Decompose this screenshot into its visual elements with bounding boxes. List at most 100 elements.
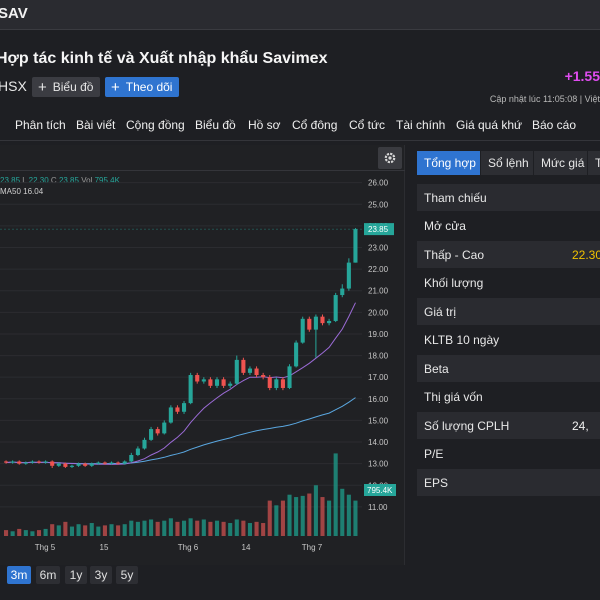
candle-body (116, 462, 121, 464)
updated-time: Cập nhật lúc 11:05:08 | Việt (489, 94, 600, 104)
candle-body (294, 342, 299, 367)
volume-bar (340, 488, 345, 536)
row-open: Mở cửa (417, 212, 600, 239)
candle-body (280, 379, 285, 388)
volume-bar (116, 525, 121, 536)
add-chart-button[interactable]: + Biểu đồ (32, 77, 101, 97)
y-tick-label: 18.00 (368, 352, 389, 361)
nav-analysis[interactable]: Phân tích (15, 118, 66, 132)
nav-articles[interactable]: Bài viết (76, 118, 115, 132)
volume-bar (313, 485, 318, 536)
nav-profile[interactable]: Hồ sơ (248, 118, 281, 132)
tab-more[interactable]: T (588, 151, 600, 175)
x-tick-label: Thg 7 (302, 543, 323, 552)
volume-bar (346, 494, 351, 536)
y-tick-label: 26.00 (368, 179, 389, 188)
range-6m-button[interactable]: 6m (36, 566, 60, 584)
candle-body (102, 462, 107, 464)
volume-bar (182, 520, 187, 536)
volume-bar (307, 493, 312, 536)
volume-bar (30, 531, 35, 536)
range-3y-button[interactable]: 3y (90, 566, 112, 584)
volume-bar (76, 524, 81, 536)
row-low-high: Thấp - Cao 22.30 (417, 241, 600, 268)
volume-bar (320, 497, 325, 536)
gear-icon (384, 152, 396, 164)
tab-overview[interactable]: Tổng hợp (417, 151, 480, 175)
nav-shareholders[interactable]: Cổ đông (292, 118, 337, 132)
nav-dividends[interactable]: Cổ tức (349, 118, 385, 132)
candle-body (340, 288, 345, 296)
volume-bar (69, 526, 75, 536)
candle-body (76, 463, 81, 466)
ma50-line (5, 397, 356, 465)
candle-body (23, 462, 28, 464)
volume-bar (122, 524, 127, 536)
nav-reports[interactable]: Báo cáo (532, 118, 576, 132)
tab-order-book[interactable]: Sổ lệnh (481, 151, 533, 175)
x-tick-label: 14 (242, 543, 251, 552)
candle-body (261, 375, 266, 378)
candle-body (254, 368, 259, 376)
candle-body (142, 439, 147, 449)
row-label: Thấp - Cao (424, 247, 485, 262)
price-chart[interactable]: 26.0025.0024.0023.0022.0021.0020.0019.00… (0, 170, 405, 560)
y-tick-label: 15.00 (368, 416, 389, 425)
y-tick-label: 25.00 (368, 200, 389, 209)
row-label: P/E (424, 446, 444, 461)
y-tick-label: 13.00 (368, 460, 389, 469)
volume-bar (254, 521, 259, 536)
candle-body (43, 461, 48, 463)
candle-body (135, 448, 140, 455)
candle-body (320, 316, 325, 324)
candle-body (228, 383, 233, 386)
volume-bar (294, 497, 299, 536)
nav-chart[interactable]: Biểu đồ (195, 118, 236, 132)
company-name: Hợp tác kinh tế và Xuất nhập khẩu Savime… (0, 50, 328, 67)
row-reference: Tham chiếu (417, 184, 600, 211)
volume-bar (280, 500, 285, 536)
volume-bar (142, 520, 147, 536)
candle-body (56, 463, 61, 466)
candle-body (175, 407, 180, 412)
candle-body (247, 368, 253, 373)
y-tick-label: 17.00 (368, 373, 389, 382)
candle-body (69, 465, 75, 467)
y-tick-label: 21.00 (368, 287, 389, 296)
candle-body (195, 375, 200, 382)
row-label: Giá trị (424, 304, 457, 319)
nav-finance[interactable]: Tài chính (396, 118, 445, 132)
volume-bar (89, 523, 94, 536)
candle-body (30, 461, 35, 463)
candle-body (241, 359, 246, 373)
row-volume: Khối lượng (417, 269, 600, 296)
range-5y-button[interactable]: 5y (116, 566, 138, 584)
row-label: Tham chiếu (424, 190, 487, 205)
nav-divider (0, 140, 600, 141)
volume-bar (4, 530, 9, 536)
chart-settings-button[interactable] (378, 147, 402, 169)
candle-body (63, 463, 68, 467)
candle-body (162, 422, 167, 434)
nav-community[interactable]: Cộng đồng (126, 118, 185, 132)
row-pe: P/E (417, 440, 600, 467)
range-3m-button[interactable]: 3m (7, 566, 31, 584)
row-label: KLTB 10 ngày (424, 332, 500, 347)
row-value: 22.30 (572, 247, 600, 262)
tab-price-levels[interactable]: Mức giá (534, 151, 587, 175)
y-tick-label: 20.00 (368, 308, 389, 317)
chart-toolbar (0, 145, 405, 171)
follow-button[interactable]: + Theo dõi (105, 77, 180, 97)
nav-price-history[interactable]: Giá quá khứ (456, 118, 522, 132)
row-beta: Beta (417, 355, 600, 382)
row-market-cap: Thị giá vốn (417, 383, 600, 410)
plus-icon: + (38, 78, 47, 96)
volume-bar (241, 520, 246, 536)
volume-bar (353, 500, 358, 536)
y-tick-label: 11.00 (368, 503, 388, 512)
candle-body (155, 429, 160, 434)
range-1y-button[interactable]: 1y (65, 566, 87, 584)
candle-body (96, 462, 101, 464)
volume-bar (36, 530, 42, 536)
row-shares-outstanding: Số lượng CPLH 24, (417, 412, 600, 439)
